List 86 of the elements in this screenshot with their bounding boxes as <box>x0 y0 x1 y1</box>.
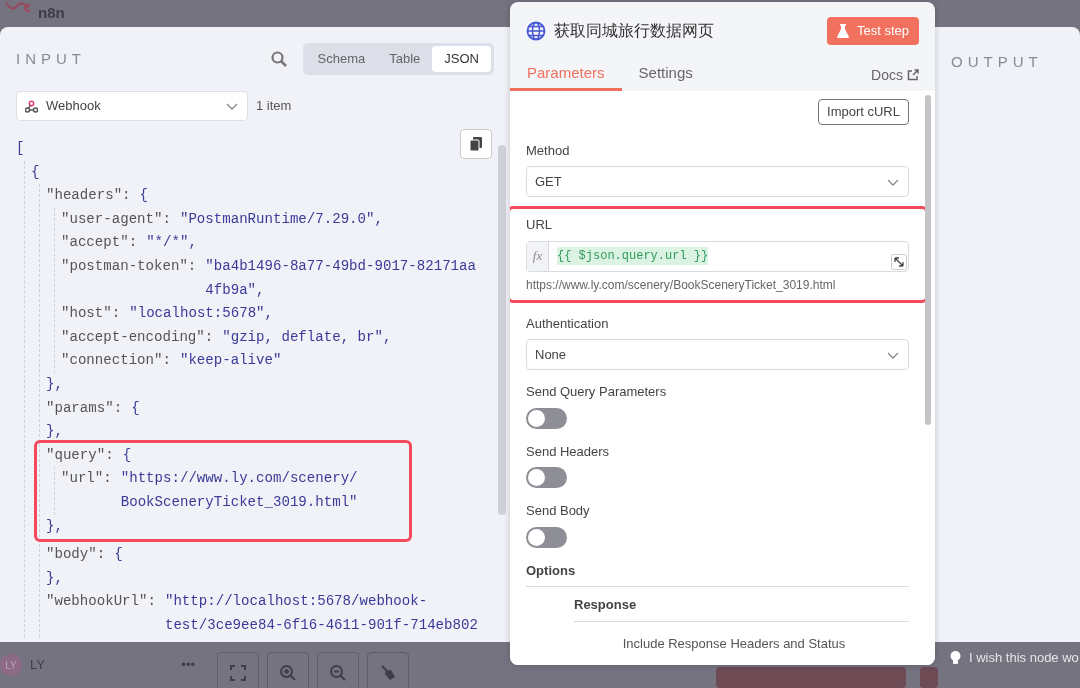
tip-text: I wish this node wo <box>969 649 1079 668</box>
item-count: 1 item <box>256 97 292 116</box>
field-label: Send Headers <box>526 442 611 461</box>
json-key: "accept": <box>61 231 138 255</box>
json-value: { <box>139 186 149 206</box>
zoom-out-icon <box>330 665 346 681</box>
json-value: "*/*", <box>146 233 197 253</box>
json-value: "gzip, deflate, br", <box>222 327 392 347</box>
expand-icon[interactable] <box>891 253 907 270</box>
json-value: "http://localhost:5678/webhook- <box>164 592 429 612</box>
json-bracket: }, <box>46 374 64 394</box>
field-label: URL <box>526 216 553 235</box>
test-step-button[interactable]: Test step <box>826 17 919 45</box>
json-value: "localhost:5678", <box>129 304 273 324</box>
json-key: "host": <box>61 302 121 326</box>
node-title: 获取同城旅行数据网页 <box>554 20 714 41</box>
json-value: "https://www.ly.com/scenery/ <box>120 469 358 489</box>
option-label: Include Response Headers and Status <box>621 634 847 653</box>
zoom-in-icon <box>280 665 296 681</box>
toolbar-button[interactable] <box>367 652 409 688</box>
run-button[interactable] <box>920 667 938 688</box>
field-label: Send Body <box>526 502 591 521</box>
json-key: "user-agent": <box>61 207 171 232</box>
json-bracket: }, <box>46 516 64 536</box>
json-key: "headers": <box>46 184 131 208</box>
json-key: "accept-encoding": <box>61 325 214 350</box>
fit-view-icon <box>230 665 246 681</box>
view-tab[interactable]: Table <box>377 46 433 72</box>
scrollbar[interactable] <box>498 145 506 515</box>
docs-link[interactable]: Docs <box>871 64 919 86</box>
json-key: "params": <box>46 396 123 421</box>
json-key: "url": <box>61 467 112 515</box>
select-field[interactable]: None <box>526 339 909 371</box>
copy-icon <box>470 137 482 151</box>
toggle-switch[interactable] <box>526 467 567 489</box>
import-curl-button[interactable]: Import cURL <box>818 99 909 125</box>
json-bracket: }, <box>46 568 64 588</box>
field-hint: https://www.ly.com/scenery/BookSceneryTicket_3019.html <box>526 276 837 294</box>
json-value: { <box>122 445 132 465</box>
toolbar-button[interactable] <box>217 652 259 688</box>
toolbar-button[interactable] <box>317 652 359 688</box>
json-key: "postman-token": <box>61 254 197 303</box>
json-key: "body": <box>46 543 106 567</box>
panel-title: OUTPUT <box>951 53 1043 70</box>
json-key: "query": <box>46 443 114 468</box>
source-select[interactable]: Webhook <box>16 91 248 121</box>
webhook-icon <box>25 99 38 113</box>
expression-value: {{ $json.query.url }} <box>557 247 709 266</box>
json-value: BookSceneryTicket_3019.html" <box>120 492 358 512</box>
json-value: test/3ce9ee84-6f16-4611-901f-714eb802 <box>164 615 478 635</box>
select-value: Webhook <box>46 97 101 116</box>
json-value: { <box>131 398 140 418</box>
broom-icon <box>380 665 396 681</box>
section-heading: Options <box>526 560 909 588</box>
json-value: { <box>114 545 123 565</box>
json-value: "keep-alive" <box>179 351 282 371</box>
field-label: Method <box>526 141 571 160</box>
json-value: { <box>31 162 40 182</box>
json-key: "connection": <box>61 349 171 373</box>
panel-title: INPUT <box>16 48 86 69</box>
select-field[interactable]: GET <box>526 166 909 198</box>
settings-tab[interactable]: Settings <box>621 59 710 92</box>
json-value: 4fb9a", <box>205 280 266 300</box>
field-label: Authentication <box>526 314 610 333</box>
group-heading: Response <box>574 595 909 622</box>
json-value: [ <box>16 139 25 158</box>
toggle-switch[interactable] <box>526 407 567 429</box>
json-value: "ba4b1496-8a77-49bd-9017-82171aa <box>205 256 476 276</box>
expression-field[interactable]: fx {{ $json.query.url }} <box>526 240 909 272</box>
view-tab[interactable]: Schema <box>305 46 378 72</box>
copy-button[interactable] <box>460 129 492 159</box>
flask-icon <box>836 23 849 38</box>
lightbulb-icon <box>950 651 961 665</box>
json-bracket: }, <box>46 422 64 442</box>
json-key: "webhookUrl": <box>46 590 156 638</box>
logo-icon <box>4 0 30 14</box>
json-value: "PostmanRuntime/7.29.0", <box>179 209 383 229</box>
view-tab[interactable]: JSON <box>432 46 491 72</box>
toggle-switch[interactable] <box>526 526 567 548</box>
toolbar-button[interactable] <box>267 652 309 688</box>
logo-text: n8n <box>38 5 65 20</box>
globe-icon <box>526 20 546 41</box>
external-link-icon <box>907 69 919 82</box>
search-icon[interactable] <box>270 51 287 67</box>
scrollbar[interactable] <box>925 95 931 426</box>
field-label: Send Query Parameters <box>526 383 668 402</box>
